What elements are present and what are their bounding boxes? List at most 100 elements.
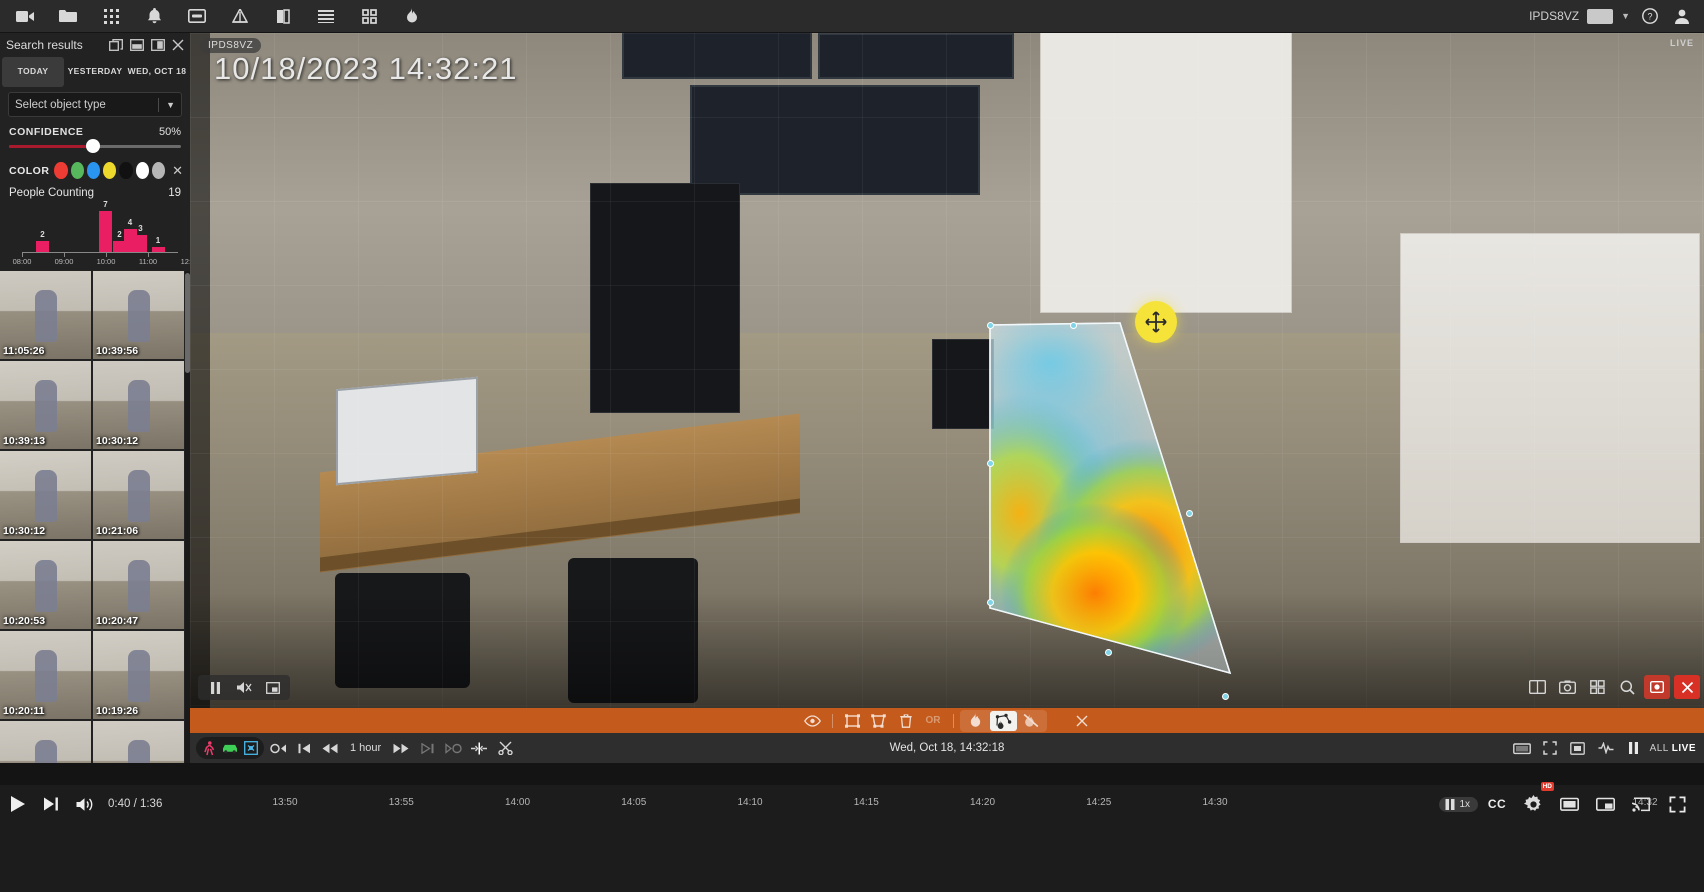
or-operator[interactable]: OR xyxy=(920,711,947,731)
heatmap-flame-icon[interactable] xyxy=(393,1,431,31)
region-handle-tm[interactable] xyxy=(1070,322,1077,329)
color-swatch-white[interactable] xyxy=(135,162,149,179)
thumbnail-result[interactable]: 10:20:11 xyxy=(0,631,91,719)
waveform-icon[interactable] xyxy=(1594,737,1618,759)
thumbnail-result[interactable]: 10:20:53 xyxy=(0,541,91,629)
thumbnail-result[interactable]: 10:39:56 xyxy=(93,271,184,359)
dock-bottom-icon[interactable] xyxy=(130,39,144,51)
add-rectangle-region[interactable] xyxy=(839,711,866,731)
delete-region[interactable] xyxy=(893,711,920,731)
fit-screen-icon[interactable] xyxy=(1566,737,1590,759)
heatmap-nodes-button[interactable] xyxy=(989,710,1017,731)
previous-event-button[interactable] xyxy=(292,737,316,759)
tab-today[interactable]: TODAY xyxy=(2,57,64,87)
next-icon[interactable] xyxy=(34,787,68,821)
bell-icon[interactable] xyxy=(135,1,173,31)
widescreen-icon[interactable] xyxy=(1510,737,1534,759)
region-handle-ml[interactable] xyxy=(987,460,994,467)
analytics-icon[interactable] xyxy=(221,1,259,31)
rewind-button[interactable] xyxy=(318,737,342,759)
color-swatch-black[interactable] xyxy=(119,162,133,179)
layout-swatch[interactable] xyxy=(1587,8,1614,24)
clip-button[interactable] xyxy=(493,737,517,759)
color-swatch-green[interactable] xyxy=(70,162,84,179)
snapshot-icon[interactable] xyxy=(1554,675,1580,699)
visibility-toggle[interactable] xyxy=(799,711,826,731)
thumbnail-result[interactable]: 10:21:06 xyxy=(93,451,184,539)
video-viewport[interactable]: IPDS8VZ LIVE 10/18/2023 14:32:21 xyxy=(190,33,1704,708)
list-icon[interactable] xyxy=(307,1,345,31)
volume-icon[interactable] xyxy=(68,787,102,821)
region-handle-br[interactable] xyxy=(1222,693,1229,700)
vehicle-icon[interactable] xyxy=(220,739,240,757)
thumbnail-result[interactable]: 10:30:12 xyxy=(93,361,184,449)
dock-right-icon[interactable] xyxy=(151,39,165,51)
grid-apps-icon[interactable] xyxy=(92,1,130,31)
play-icon[interactable] xyxy=(0,787,34,821)
archive-icon[interactable] xyxy=(178,1,216,31)
thumbnail-result[interactable]: 10:39:13 xyxy=(0,361,91,449)
help-icon[interactable]: ? xyxy=(1638,4,1662,28)
chevron-down-icon[interactable]: ▼ xyxy=(1621,11,1630,21)
region-move-handle[interactable] xyxy=(1135,301,1177,343)
fast-forward-button[interactable] xyxy=(389,737,413,759)
settings-gear-icon[interactable]: HD xyxy=(1516,782,1554,821)
chart-bar[interactable]: 7 xyxy=(99,200,112,253)
confidence-slider[interactable] xyxy=(0,138,190,156)
chevron-down-icon[interactable]: ▼ xyxy=(166,100,175,110)
color-swatch-blue[interactable] xyxy=(86,162,101,179)
pip-icon[interactable] xyxy=(260,676,286,700)
tab-wed-oct-18[interactable]: WED, OCT 18 xyxy=(126,57,188,87)
thumbnail-result[interactable]: 11:05:26 xyxy=(0,271,91,359)
motion-icon[interactable] xyxy=(241,739,261,757)
layout-icon[interactable] xyxy=(350,1,388,31)
region-handle-tl[interactable] xyxy=(987,322,994,329)
object-type-select[interactable]: Select object type ▼ xyxy=(8,92,182,117)
color-swatch-gray[interactable] xyxy=(151,162,166,179)
expand-icon[interactable] xyxy=(1538,737,1562,759)
heatmap-button[interactable] xyxy=(962,711,989,731)
detach-panel-icon[interactable] xyxy=(109,39,123,51)
region-handle-mr[interactable] xyxy=(1186,510,1193,517)
region-handle-bl[interactable] xyxy=(987,599,994,606)
jump-back-button[interactable] xyxy=(266,737,290,759)
thumbnail-result[interactable]: 10:19:26 xyxy=(93,631,184,719)
sync-marker-button[interactable] xyxy=(467,737,491,759)
person-icon[interactable] xyxy=(199,739,219,757)
miniplayer-icon[interactable] xyxy=(1588,787,1622,821)
region-handle-bm[interactable] xyxy=(1105,649,1112,656)
chart-bar[interactable]: 3 xyxy=(134,224,147,253)
mute-icon[interactable] xyxy=(231,676,257,700)
color-swatch-red[interactable] xyxy=(54,162,68,179)
jump-forward-button[interactable] xyxy=(441,737,465,759)
folder-icon[interactable] xyxy=(49,1,87,31)
map-icon[interactable] xyxy=(264,1,302,31)
camera-icon[interactable] xyxy=(6,1,44,31)
color-swatch-yellow[interactable] xyxy=(103,162,117,179)
theater-mode-icon[interactable] xyxy=(1552,787,1586,821)
close-icon[interactable] xyxy=(172,39,184,51)
close-icon[interactable] xyxy=(1674,675,1700,699)
account-icon[interactable] xyxy=(1670,4,1694,28)
fullscreen-icon[interactable] xyxy=(1660,787,1694,821)
clear-color-filter-icon[interactable]: ✕ xyxy=(172,163,183,179)
thumbnail-result[interactable]: 10:20:47 xyxy=(93,541,184,629)
record-icon[interactable] xyxy=(1644,675,1670,699)
cast-icon[interactable] xyxy=(1624,787,1658,821)
next-event-button[interactable] xyxy=(415,737,439,759)
thumbnail-results[interactable]: 11:05:26 10:39:56 10:39:13 10:30:12 10:30:12… xyxy=(0,271,190,792)
captions-button[interactable]: CC xyxy=(1480,787,1514,821)
tab-yesterday[interactable]: YESTERDAY xyxy=(64,57,126,87)
pause-icon[interactable] xyxy=(202,676,228,700)
slider-knob[interactable] xyxy=(86,139,100,153)
close-toolbar-button[interactable] xyxy=(1069,711,1096,731)
pause-icon[interactable] xyxy=(1622,737,1646,759)
book-icon[interactable] xyxy=(1524,675,1550,699)
heatmap-off-button[interactable] xyxy=(1018,711,1045,731)
add-polygon-region[interactable] xyxy=(866,711,893,731)
thumbnail-result[interactable]: 10:30:12 xyxy=(0,451,91,539)
time-range-selector[interactable]: 1 hour xyxy=(344,742,387,754)
zoom-search-icon[interactable] xyxy=(1614,675,1640,699)
layout-grid-icon[interactable] xyxy=(1584,675,1610,699)
playback-speed-control[interactable]: 1x xyxy=(1439,796,1478,812)
